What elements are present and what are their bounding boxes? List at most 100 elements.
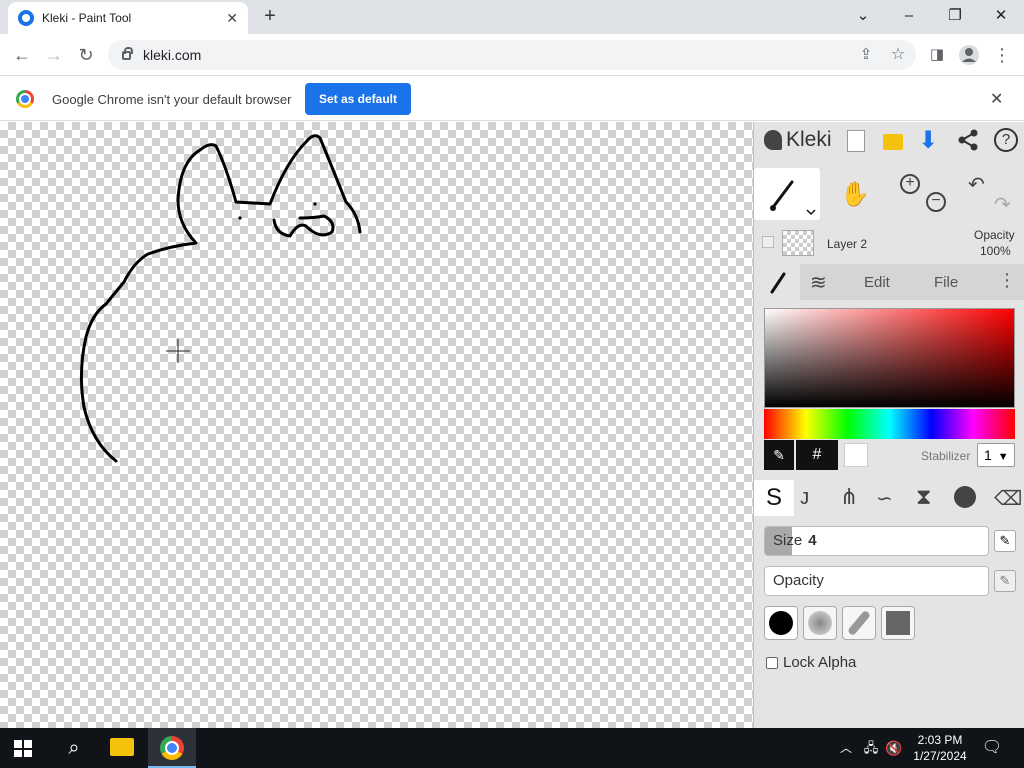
size-slider[interactable]: Size 4	[764, 526, 989, 556]
hex-input-button[interactable]: #	[796, 440, 838, 470]
brush-tab-icon	[770, 272, 786, 294]
tab-file[interactable]: File	[934, 274, 958, 291]
brush-shape-square-icon[interactable]	[881, 606, 915, 640]
layer-visibility-checkbox[interactable]	[762, 236, 774, 248]
browser-tab[interactable]: Kleki - Paint Tool ✕	[8, 2, 248, 34]
share-app-icon[interactable]	[957, 128, 979, 157]
help-icon[interactable]: ?	[994, 128, 1018, 152]
zoom-in-icon[interactable]: +	[900, 174, 920, 194]
restore-icon[interactable]: ❐	[935, 4, 975, 28]
color-tools-row: ✎ # Stabilizer 1 ▼	[754, 440, 1024, 470]
brush-shape-circle-icon[interactable]	[764, 606, 798, 640]
crosshair-cursor-icon	[166, 339, 190, 363]
taskbar: ⌕ ︿ 🖧 🔇 2:03 PM 1/27/2024 🗨	[0, 728, 1024, 768]
tab-search-icon[interactable]: ⌄	[843, 4, 883, 28]
new-tab-button[interactable]: +	[258, 4, 282, 28]
panel-tabs: ≋ Edit File ⋮	[754, 264, 1024, 300]
back-icon[interactable]: ←	[11, 44, 33, 66]
infobar-message: Google Chrome isn't your default browser	[52, 92, 292, 107]
tool-panel: Kleki ⬇ ? ✋ + − ↶ ↷ Layer 2 Opacity 100%…	[753, 122, 1024, 728]
panel-header: Kleki ⬇ ?	[754, 122, 1024, 162]
pen-brush-icon[interactable]: S	[754, 480, 794, 516]
lock-alpha-checkbox[interactable]	[766, 657, 778, 669]
set-as-default-button[interactable]: Set as default	[305, 83, 411, 115]
stabilizer-label: Stabilizer	[921, 449, 971, 463]
tray-chevron-icon[interactable]: ︿	[838, 728, 854, 768]
eraser-icon[interactable]: ⌫	[994, 486, 1022, 511]
layer-thumbnail	[782, 230, 814, 256]
tab-edit[interactable]: Edit	[864, 274, 890, 291]
layers-tab-icon[interactable]: ≋	[810, 270, 827, 295]
search-icon[interactable]: ⌕	[56, 728, 92, 768]
url-text: kleki.com	[143, 47, 202, 63]
current-color-swatch[interactable]	[844, 443, 868, 467]
pixel-brush-icon[interactable]: ∽	[876, 486, 893, 511]
download-icon[interactable]: ⬇	[918, 126, 938, 155]
browser-toolbar: ← → ↻ kleki.com ⇪ ☆ ◨ ⋮	[0, 34, 1024, 76]
chrome-logo-icon	[16, 90, 34, 108]
notifications-icon[interactable]: 🗨	[980, 728, 1004, 768]
kleki-logo-icon	[764, 130, 782, 150]
zoom-out-icon[interactable]: −	[926, 192, 946, 212]
brush-types-row: S ᴊ ⋔ ∽ ⧗ ⌫	[754, 480, 1024, 516]
chemy-brush-icon[interactable]: ⧗	[916, 484, 931, 510]
tab-title: Kleki - Paint Tool	[42, 11, 132, 25]
layer-opacity-value: 100%	[980, 244, 1011, 258]
brush-shape-soft-icon[interactable]	[803, 606, 837, 640]
opacity-slider[interactable]: Opacity100	[764, 566, 989, 596]
reload-icon[interactable]: ↻	[75, 44, 97, 66]
eyedropper-icon[interactable]: ✎	[764, 440, 794, 470]
sketchy-brush-icon[interactable]: ⋔	[840, 484, 858, 510]
redo-icon[interactable]: ↷	[994, 192, 1011, 217]
canvas-drawing	[79, 134, 362, 463]
profile-icon[interactable]	[958, 44, 980, 66]
smudge-brush-icon[interactable]	[954, 486, 976, 508]
hue-slider[interactable]	[764, 409, 1015, 439]
menu-icon[interactable]: ⋮	[991, 44, 1013, 66]
share-icon[interactable]: ⇪	[855, 44, 877, 66]
drawing-canvas[interactable]	[0, 122, 753, 728]
network-icon[interactable]: 🖧	[862, 728, 880, 768]
clock-time[interactable]: 2:03 PM	[908, 732, 972, 748]
layer-opacity-label: Opacity	[974, 228, 1015, 242]
star-icon[interactable]: ☆	[887, 44, 909, 66]
layer-row[interactable]: Layer 2 Opacity 100%	[754, 226, 1024, 266]
open-folder-icon[interactable]	[883, 134, 903, 150]
select-chevron-icon: ▼	[997, 451, 1009, 463]
file-explorer-icon[interactable]	[110, 738, 134, 756]
window-close-icon[interactable]: ✕	[981, 4, 1021, 28]
kleki-favicon-icon	[18, 10, 34, 26]
new-image-icon[interactable]	[847, 130, 865, 152]
lock-alpha-label: Lock Alpha	[783, 654, 857, 671]
chrome-taskbar-icon[interactable]	[148, 728, 196, 768]
size-value: 4	[808, 532, 817, 549]
tab-brush[interactable]	[754, 264, 800, 300]
default-browser-infobar: Google Chrome isn't your default browser…	[0, 77, 1024, 121]
stabilizer-select[interactable]: 1 ▼	[977, 443, 1015, 467]
kleki-logo-text: Kleki	[786, 128, 832, 151]
blend-brush-icon[interactable]: ᴊ	[800, 484, 809, 510]
size-label: Size	[773, 532, 803, 549]
tool-row: ✋ + − ↶ ↷	[754, 166, 1024, 224]
address-bar[interactable]: kleki.com	[108, 40, 916, 70]
opacity-pressure-toggle-icon[interactable]: ✎	[994, 570, 1016, 592]
minimize-icon[interactable]: –	[889, 4, 929, 28]
stabilizer-value: 1	[984, 447, 992, 463]
hand-tool-icon[interactable]: ✋	[840, 180, 870, 209]
windows-start-icon[interactable]	[14, 740, 32, 757]
forward-icon[interactable]: →	[43, 44, 65, 66]
more-options-icon[interactable]: ⋮	[998, 270, 1016, 291]
kleki-logo: Kleki	[764, 128, 832, 152]
volume-muted-icon[interactable]: 🔇	[884, 728, 904, 768]
undo-icon[interactable]: ↶	[968, 172, 985, 197]
infobar-close-icon[interactable]: ✕	[990, 89, 1003, 109]
lock-icon[interactable]	[122, 46, 133, 60]
tab-strip: Kleki - Paint Tool ✕ + ⌄ – ❐ ✕	[0, 0, 1024, 34]
tab-close-icon[interactable]: ✕	[226, 10, 238, 27]
color-picker-area[interactable]	[764, 308, 1015, 408]
clock-date[interactable]: 1/27/2024	[908, 748, 972, 764]
brush-tool-button[interactable]	[754, 168, 820, 220]
brush-shape-chalk-icon[interactable]	[842, 606, 876, 640]
size-pressure-toggle-icon[interactable]: ✎	[994, 530, 1016, 552]
side-panel-icon[interactable]: ◨	[926, 44, 948, 66]
